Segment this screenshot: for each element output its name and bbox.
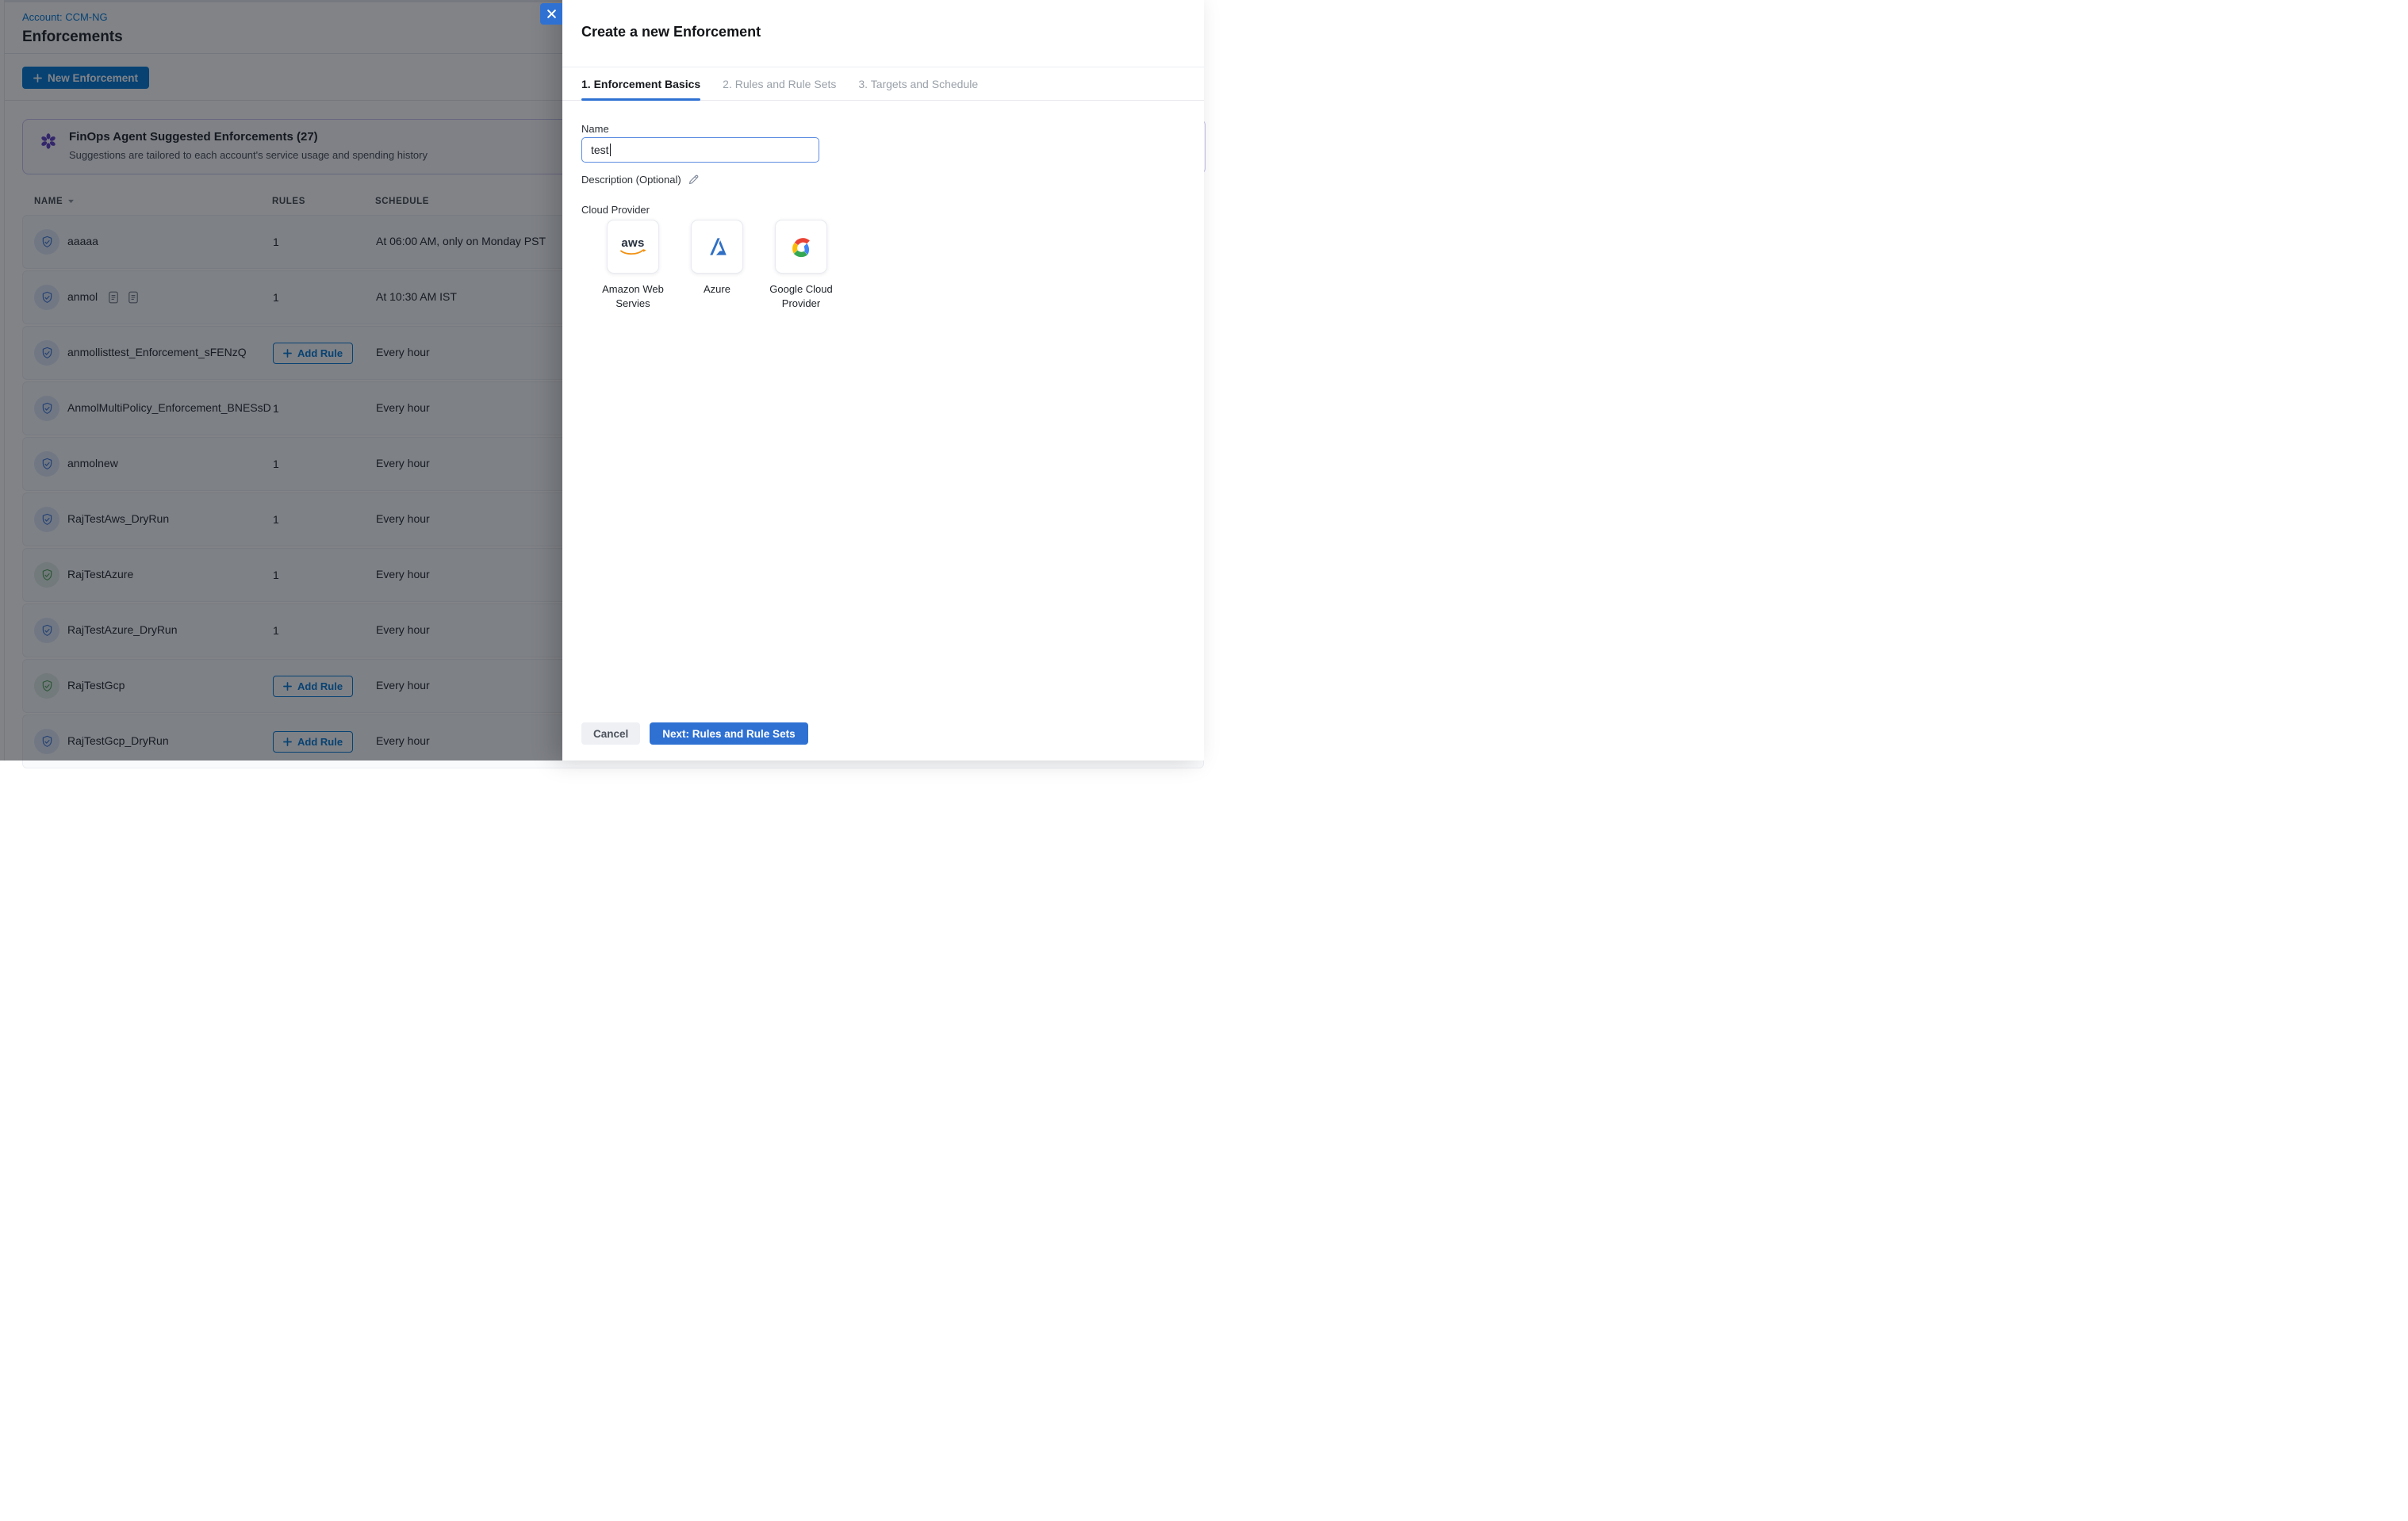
name-input-value: test bbox=[591, 144, 609, 156]
drawer-title: Create a new Enforcement bbox=[581, 24, 761, 40]
drawer-footer: Cancel Next: Rules and Rule Sets bbox=[581, 722, 808, 745]
next-button[interactable]: Next: Rules and Rule Sets bbox=[650, 722, 807, 745]
gcp-logo-icon bbox=[788, 235, 815, 259]
close-icon bbox=[546, 9, 557, 19]
wizard-tabs: 1. Enforcement Basics 2. Rules and Rule … bbox=[562, 67, 1204, 101]
aws-logo: aws bbox=[621, 237, 644, 249]
provider-option-aws[interactable]: aws Amazon Web Servies bbox=[592, 220, 673, 310]
description-label: Description (Optional) bbox=[581, 174, 681, 186]
cloud-provider-label: Cloud Provider bbox=[581, 204, 650, 216]
gcp-card[interactable] bbox=[775, 220, 827, 274]
provider-label-azure: Azure bbox=[704, 282, 730, 297]
tab-enforcement-basics[interactable]: 1. Enforcement Basics bbox=[581, 67, 700, 100]
azure-logo-icon bbox=[704, 234, 730, 259]
cloud-provider-options: aws Amazon Web Servies Azure bbox=[592, 220, 842, 310]
provider-label-aws: Amazon Web Servies bbox=[592, 282, 673, 310]
azure-card[interactable] bbox=[691, 220, 743, 274]
description-label-row: Description (Optional) bbox=[581, 174, 700, 186]
create-enforcement-drawer: Create a new Enforcement 1. Enforcement … bbox=[562, 0, 1204, 760]
close-button[interactable] bbox=[540, 3, 562, 25]
provider-option-azure[interactable]: Azure bbox=[677, 220, 757, 310]
tab-rules-and-rule-sets[interactable]: 2. Rules and Rule Sets bbox=[723, 67, 836, 100]
provider-option-gcp[interactable]: Google Cloud Provider bbox=[761, 220, 842, 310]
provider-label-gcp: Google Cloud Provider bbox=[761, 282, 842, 310]
pencil-icon[interactable] bbox=[688, 174, 700, 186]
aws-card[interactable]: aws bbox=[607, 220, 659, 274]
cancel-button[interactable]: Cancel bbox=[581, 722, 640, 745]
aws-smile-icon bbox=[619, 249, 646, 257]
text-caret bbox=[610, 144, 612, 156]
name-input[interactable]: test bbox=[581, 137, 819, 163]
name-label: Name bbox=[581, 123, 609, 135]
tab-targets-and-schedule[interactable]: 3. Targets and Schedule bbox=[858, 67, 978, 100]
